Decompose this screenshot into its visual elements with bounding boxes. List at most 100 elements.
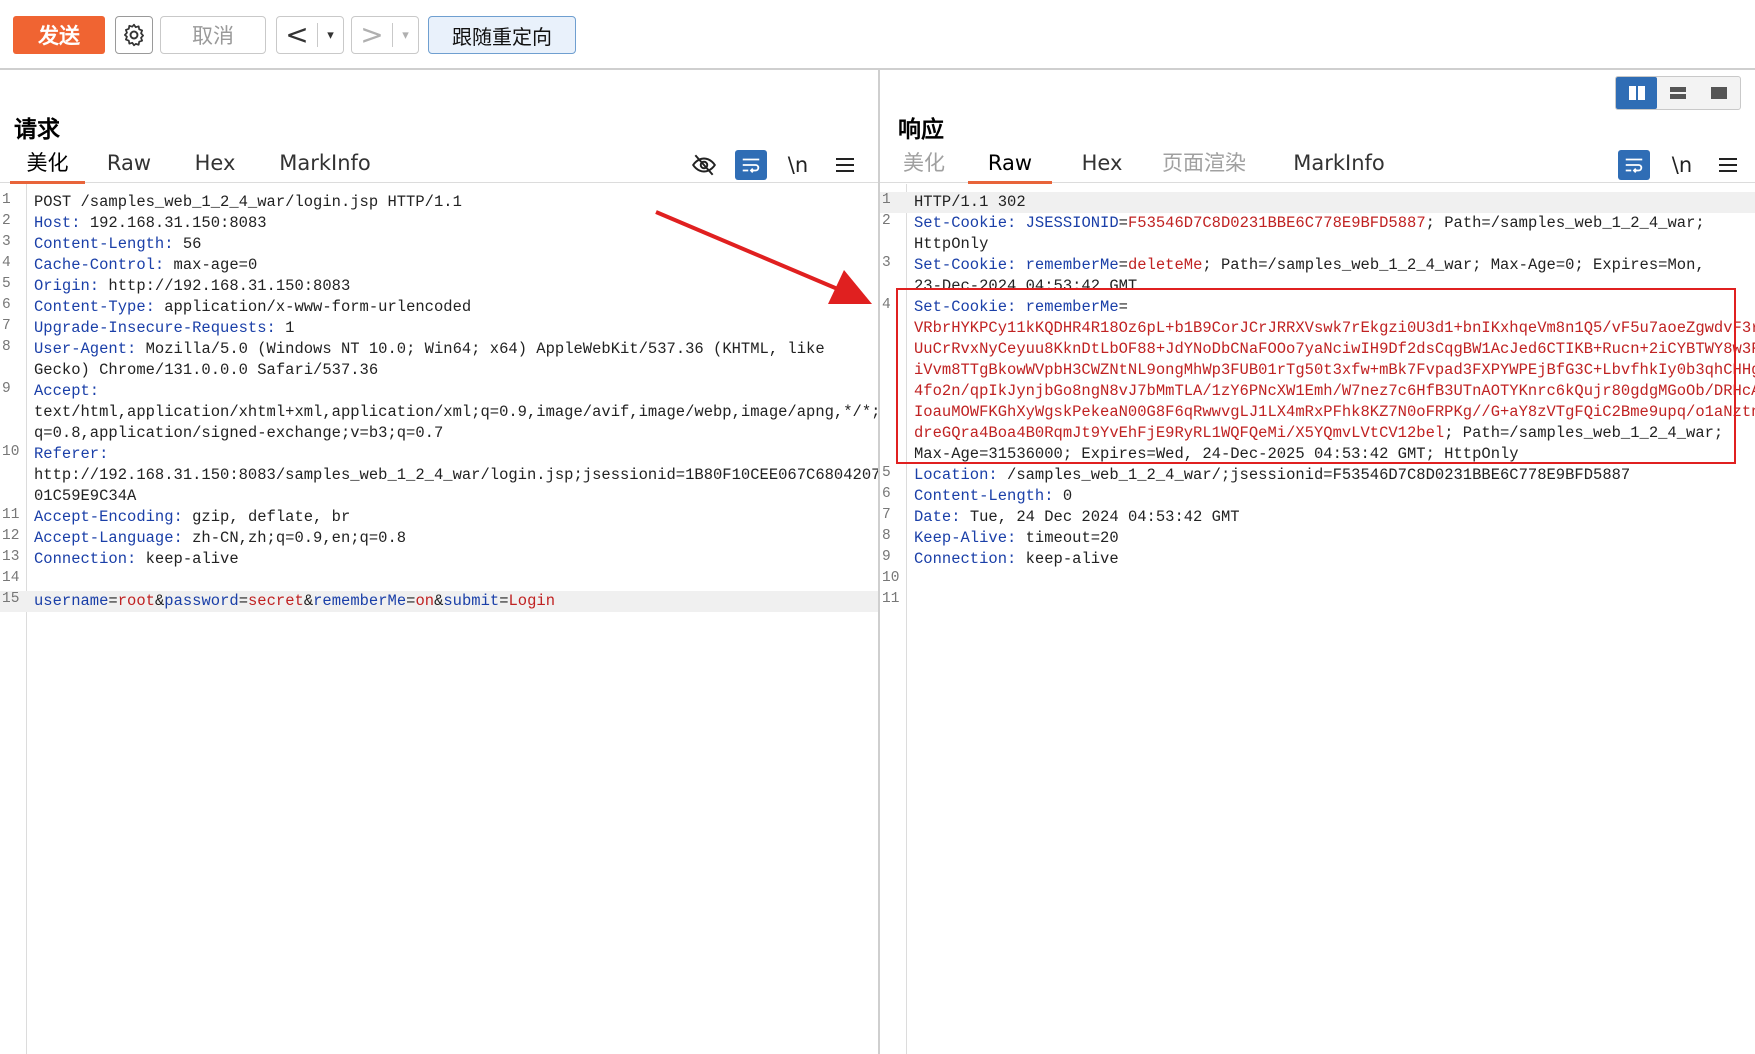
response-tab-raw[interactable]: Raw [968,148,1052,184]
code-line: 4 Set-Cookie: rememberMe= VRbrHYKPCy11kKQD… [880,297,1755,465]
menu-icon[interactable] [829,150,861,180]
code-text: HttpOnly [914,235,989,253]
code-text: Accept-Language: zh-CN,zh;q=0.9,en;q=0.8 [34,529,407,547]
line-number: 2 [882,213,891,229]
line-number: 1 [882,192,891,208]
code-line: 11 Accept-Encoding: gzip, deflate, br [0,507,878,528]
line-number: 3 [882,255,891,271]
line-number: 4 [2,255,11,271]
code-line: 3 Set-Cookie: rememberMe=deleteMe; Path=/… [880,255,1755,297]
code-text: Accept: [34,382,100,400]
line-number: 6 [2,297,11,313]
code-text: HTTP/1.1 302 [914,193,1026,211]
line-number: 13 [2,549,20,565]
line-number: 8 [882,528,891,544]
code-line: 7 Upgrade-Insecure-Requests: 1 [0,318,878,339]
code-line: 1 HTTP/1.1 302 [880,192,1755,213]
code-line: 11 [880,591,1755,612]
menu-icon[interactable] [1712,150,1744,180]
cancel-button[interactable]: 取消 [160,16,266,54]
code-text: username=root&password=secret&rememberMe… [34,592,556,610]
line-number: 7 [2,318,11,334]
newline-toggle[interactable]: \n [782,150,814,180]
line-number: 10 [2,444,20,460]
code-text: Referer: [34,445,109,463]
code-text: Content-Length: 0 [914,487,1073,505]
code-text: 23-Dec-2024 04:53:42 GMT [914,277,1138,295]
code-text: Set-Cookie: rememberMe=deleteMe; Path=/s… [914,256,1705,274]
line-number: 10 [882,570,900,586]
line-number: 2 [2,213,11,229]
code-line: 6 Content-Length: 0 [880,486,1755,507]
code-text: UuCrRvxNyCeyuu8KknDtLbOF88+JdYNoDbCNaFOO… [914,340,1755,358]
code-text: q=0.8,application/signed-exchange;v=b3;q… [34,424,444,442]
code-line: 10 [880,570,1755,591]
settings-button[interactable] [115,16,153,54]
request-tab-hex[interactable]: Hex [186,148,244,181]
layout-split-icon[interactable] [1616,77,1658,109]
layout-stack-icon[interactable] [1657,77,1698,109]
code-text: http://192.168.31.150:8083/samples_web_1… [34,466,878,484]
code-text: Date: Tue, 24 Dec 2024 04:53:42 GMT [914,508,1240,526]
eye-off-icon[interactable] [688,150,720,180]
response-title: 响应 [898,117,944,143]
request-tab-pretty[interactable]: 美化 [10,148,85,184]
annotation-arrow [655,210,872,304]
send-button[interactable]: 发送 [13,16,105,54]
code-line: 5 Location: /samples_web_1_2_4_war/;jsess… [880,465,1755,486]
code-line: 9 Accept: text/html,application/xhtml+xml,… [0,381,878,444]
request-tab-markinfo[interactable]: MarkInfo [270,148,380,181]
code-text: Upgrade-Insecure-Requests: 1 [34,319,295,337]
line-number: 11 [2,507,20,523]
response-pane: 响应 美化 Raw Hex 页面渲染 MarkInfo \n 1 HTTP/1.1… [880,70,1755,1054]
line-number: 1 [2,192,11,208]
code-text: text/html,application/xhtml+xml,applicat… [34,403,878,421]
line-number: 3 [2,234,11,250]
response-tab-pretty[interactable]: 美化 [894,148,954,181]
follow-redirect-button[interactable]: 跟随重定向 [428,16,576,54]
response-tab-markinfo[interactable]: MarkInfo [1284,148,1394,181]
code-line: 15 username=root&password=secret&remember… [0,591,878,612]
chevron-right-icon[interactable]: > [352,18,392,52]
forward-nav-button[interactable]: > ▾ [351,16,419,54]
code-text: Connection: keep-alive [914,550,1119,568]
code-line: 2 Set-Cookie: JSESSIONID=F53546D7C8D0231B… [880,213,1755,255]
code-line: 13 Connection: keep-alive [0,549,878,570]
line-number: 4 [882,297,891,313]
line-number: 12 [2,528,20,544]
request-tab-raw[interactable]: Raw [97,148,161,181]
newline-toggle[interactable]: \n [1666,150,1698,180]
line-number: 5 [882,465,891,481]
back-history-dropdown[interactable]: ▾ [318,28,343,43]
code-text: Set-Cookie: JSESSIONID=F53546D7C8D0231BB… [914,214,1705,232]
line-number: 7 [882,507,891,523]
wrap-icon[interactable] [1618,150,1650,180]
code-line: 8 Keep-Alive: timeout=20 [880,528,1755,549]
line-number: 9 [882,549,891,565]
line-number: 9 [2,381,11,397]
layout-single-icon[interactable] [1699,77,1740,109]
code-line: 12 Accept-Language: zh-CN,zh;q=0.9,en;q=0… [0,528,878,549]
code-text: Keep-Alive: timeout=20 [914,529,1119,547]
code-text: Max-Age=31536000; Expires=Wed, 24-Dec-20… [914,445,1519,463]
code-line: 7 Date: Tue, 24 Dec 2024 04:53:42 GMT [880,507,1755,528]
code-text: 4fo2n/qpIkJynjbGo8ngN8vJ7bMmTLA/1zY6PNcX… [914,382,1755,400]
code-text: Accept-Encoding: gzip, deflate, br [34,508,351,526]
forward-history-dropdown[interactable]: ▾ [393,28,418,43]
wrap-icon[interactable] [735,150,767,180]
response-tab-render[interactable]: 页面渲染 [1156,148,1252,181]
code-line: 10 Referer: http://192.168.31.150:8083/sam… [0,444,878,507]
back-nav-button[interactable]: < ▾ [276,16,344,54]
code-text: User-Agent: Mozilla/5.0 (Windows NT 10.0… [34,340,825,358]
layout-switcher [1615,76,1741,110]
code-text: 01C59E9C34A [34,487,137,505]
gear-icon [124,23,144,47]
chevron-left-icon[interactable]: < [277,18,317,52]
code-text: dreGQra4Boa4B0RqmJt9YvEhFjE9RyRL1WQFQeMi… [914,424,1724,442]
request-title: 请求 [14,117,60,143]
code-text: Gecko) Chrome/131.0.0.0 Safari/537.36 [34,361,379,379]
line-number: 5 [2,276,11,292]
code-text: Location: /samples_web_1_2_4_war/;jsessi… [914,466,1631,484]
line-number: 11 [882,591,900,607]
response-tab-hex[interactable]: Hex [1074,148,1130,181]
